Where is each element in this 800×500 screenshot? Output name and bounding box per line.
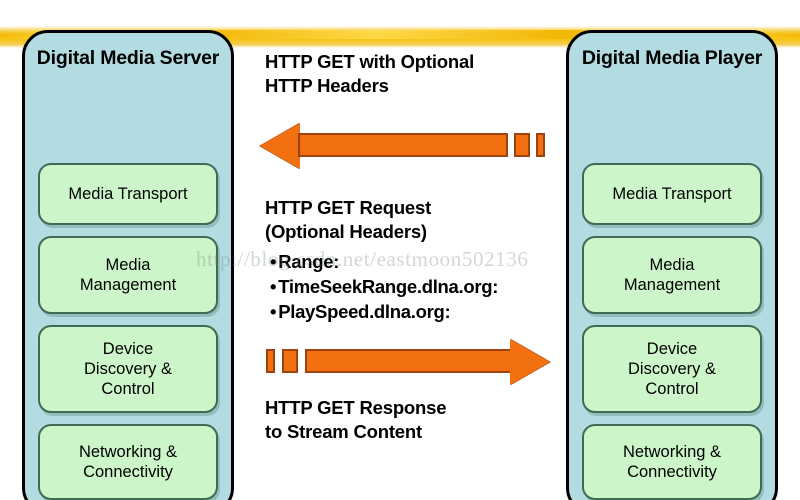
panel-title-media-server: Digital Media Server bbox=[36, 47, 220, 69]
layer-box-networking-left: Networking & Connectivity bbox=[38, 424, 218, 500]
diagram-canvas: Digital Media Server Media Transport Med… bbox=[0, 0, 800, 500]
flow-label-http-get-request-headers: HTTP GET Request (Optional Headers) bbox=[265, 197, 432, 242]
layer-box-media-management-right: Media Management bbox=[582, 236, 762, 314]
arrow-dash-segment bbox=[266, 349, 275, 373]
arrow-http-get-request bbox=[260, 122, 552, 169]
flow-label-http-get-request-top: HTTP GET with Optional HTTP Headers bbox=[265, 51, 475, 96]
layer-box-media-transport-left: Media Transport bbox=[38, 163, 218, 225]
arrow-dash-segment bbox=[536, 133, 545, 157]
layer-box-media-management-left: Media Management bbox=[38, 236, 218, 314]
center-flow-column: HTTP GET with Optional HTTP Headers HTTP… bbox=[258, 0, 558, 500]
arrow-http-get-response bbox=[260, 338, 552, 385]
layer-box-device-discovery-left: Device Discovery & Control bbox=[38, 325, 218, 413]
arrow-shaft-right bbox=[305, 349, 512, 373]
layer-stack-right: Media Transport Media Management Device … bbox=[582, 163, 762, 500]
layer-box-media-transport-right: Media Transport bbox=[582, 163, 762, 225]
device-panel-media-server: Digital Media Server Media Transport Med… bbox=[22, 30, 234, 500]
optional-header-list: Range: TimeSeekRange.dlna.org: PlaySpeed… bbox=[270, 249, 498, 324]
layer-box-device-discovery-right: Device Discovery & Control bbox=[582, 325, 762, 413]
header-item-timeseekrange: TimeSeekRange.dlna.org: bbox=[270, 274, 498, 299]
flow-label-http-get-response: HTTP GET Response to Stream Content bbox=[265, 397, 447, 442]
layer-box-networking-right: Networking & Connectivity bbox=[582, 424, 762, 500]
layer-stack-left: Media Transport Media Management Device … bbox=[38, 163, 218, 500]
header-item-range: Range: bbox=[270, 249, 498, 274]
arrow-head-left-icon bbox=[260, 123, 300, 169]
arrow-dash-segment bbox=[514, 133, 530, 157]
arrow-dash-segment bbox=[282, 349, 298, 373]
header-item-playspeed: PlaySpeed.dlna.org: bbox=[270, 299, 498, 324]
arrow-head-right-icon bbox=[510, 339, 550, 385]
panel-title-media-player: Digital Media Player bbox=[581, 47, 763, 69]
device-panel-media-player: Digital Media Player Media Transport Med… bbox=[566, 30, 778, 500]
arrow-shaft-left bbox=[298, 133, 508, 157]
